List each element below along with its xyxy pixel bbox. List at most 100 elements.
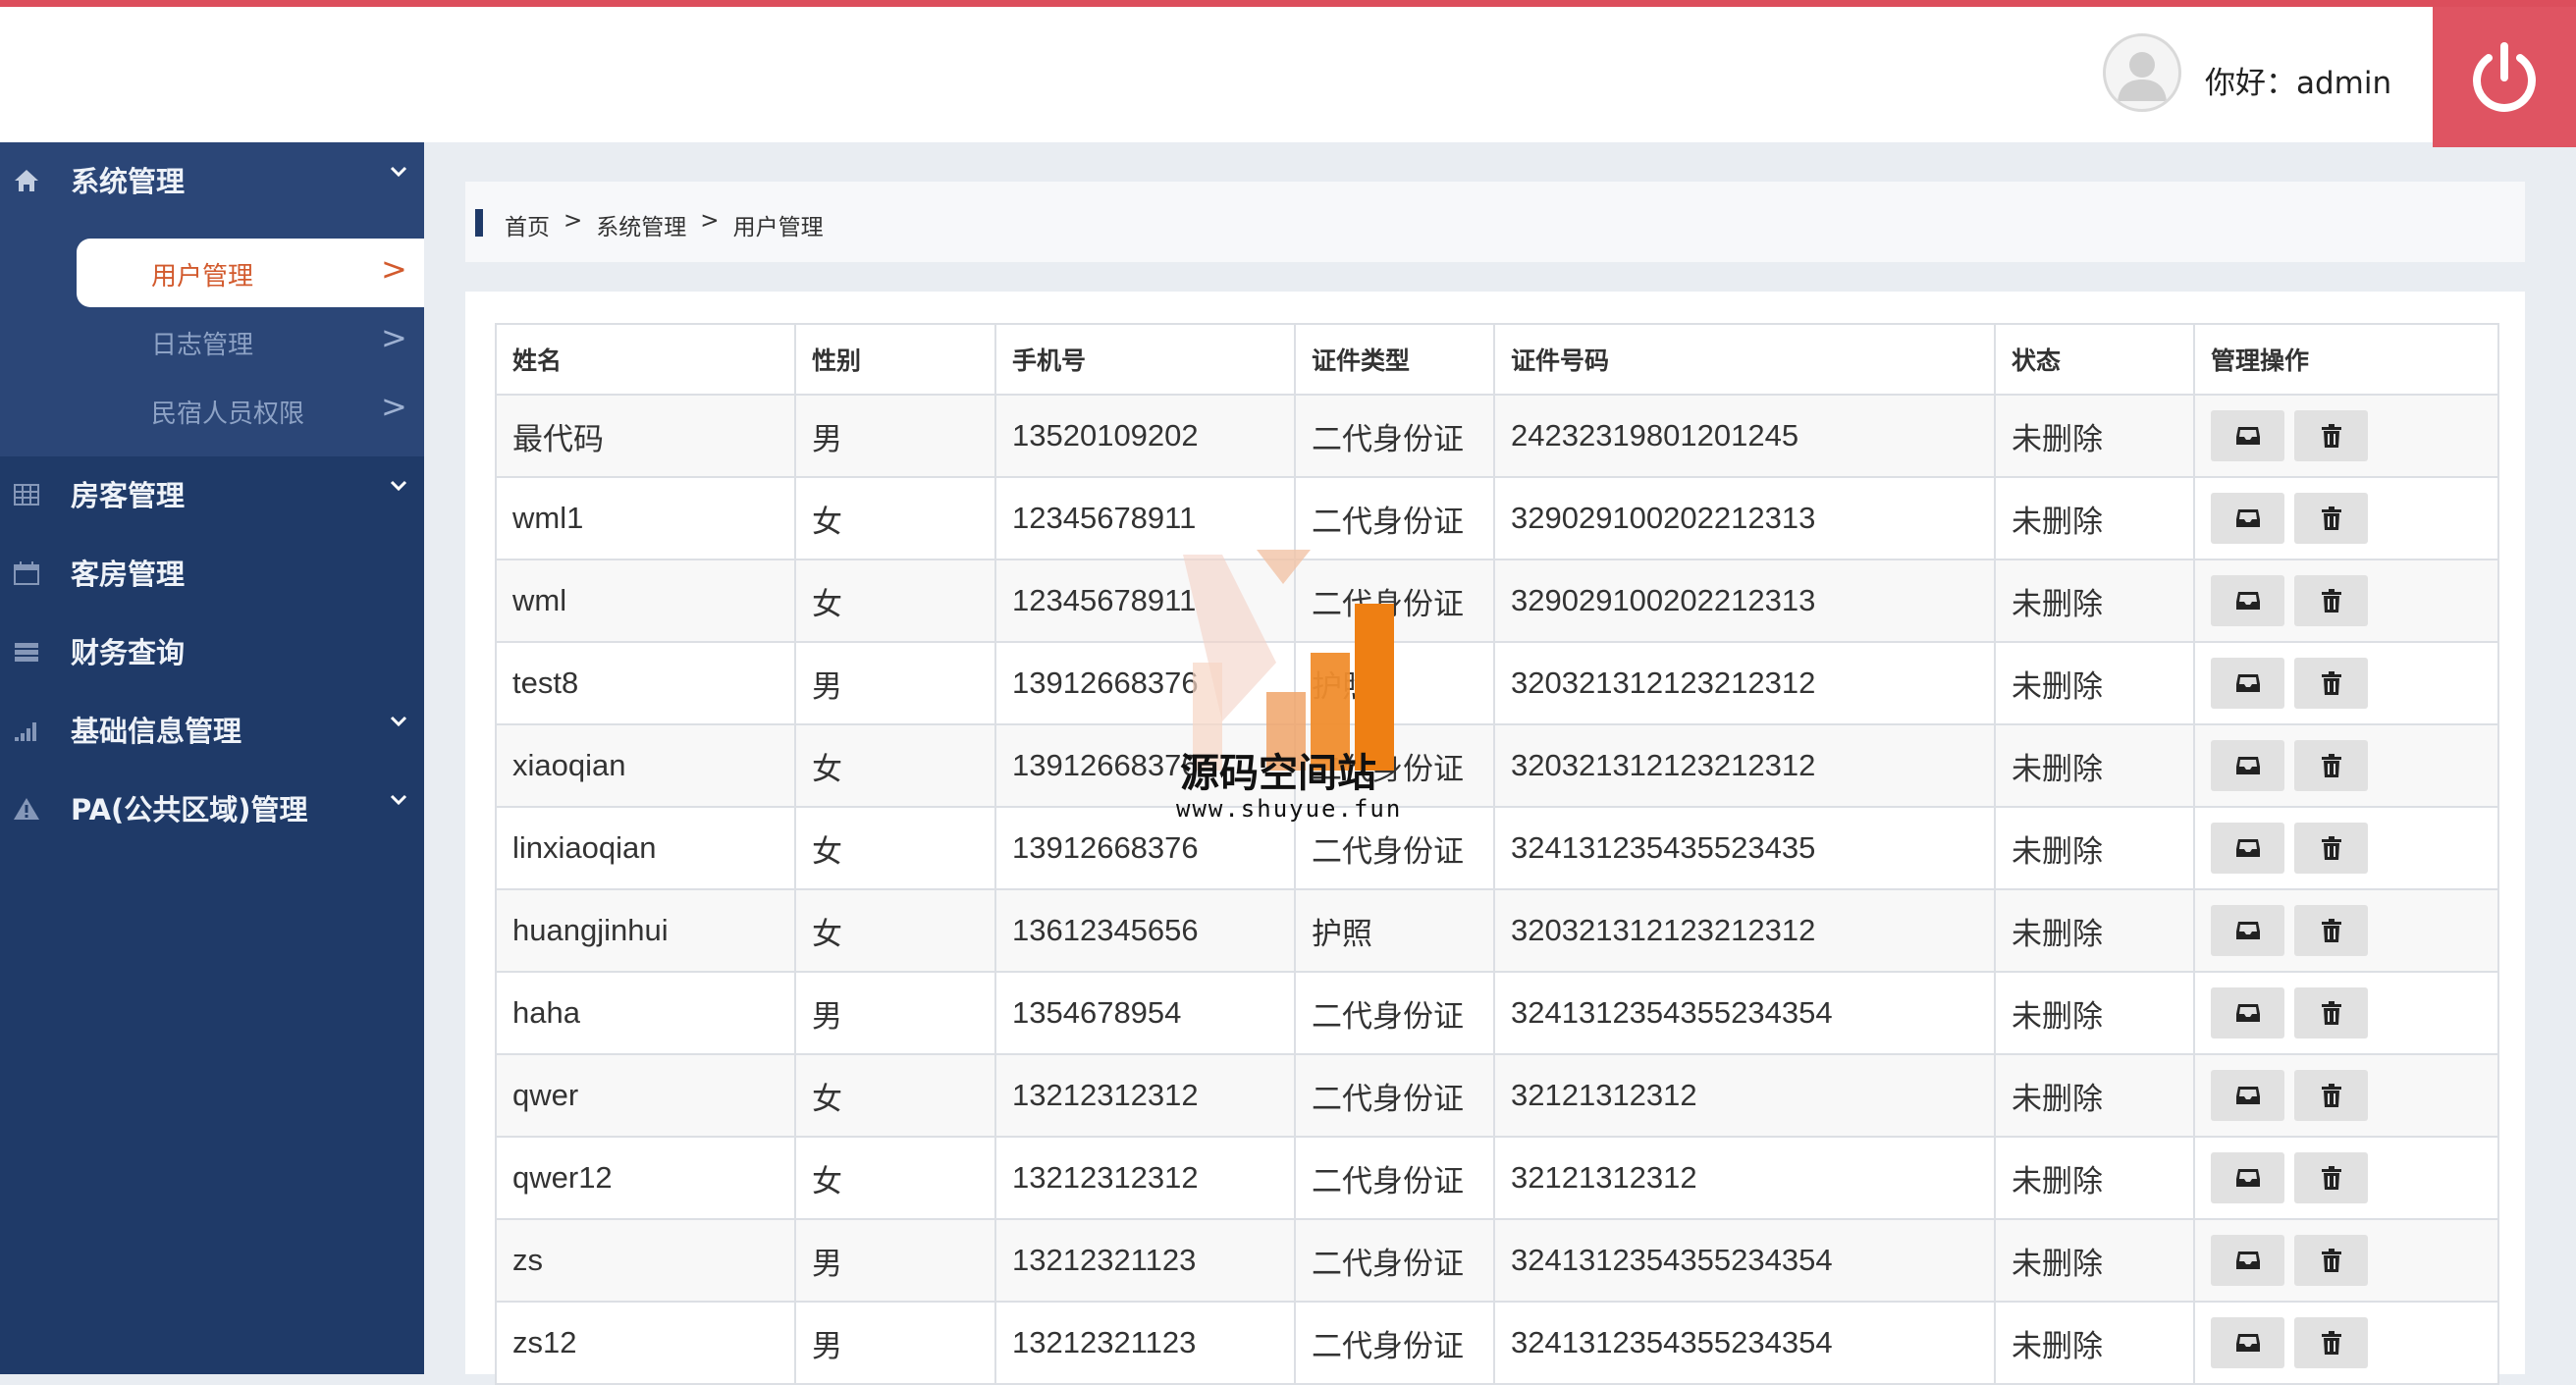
trash-icon: [2321, 1001, 2341, 1025]
sidebar-group-label: 基础信息管理: [71, 715, 242, 748]
trash-icon: [2321, 754, 2341, 777]
cell-id-number: 320321312123212312: [1493, 888, 1996, 973]
breadcrumb-system[interactable]: 系统管理: [596, 208, 686, 241]
edit-button[interactable]: [2211, 823, 2284, 874]
breadcrumb-marker: [475, 209, 483, 237]
cell-actions: [2193, 1218, 2499, 1303]
sidebar-group-label: 系统管理: [71, 165, 186, 198]
edit-button[interactable]: [2211, 1235, 2284, 1286]
inbox-icon: [2235, 839, 2260, 857]
cell-name: linxiaoqian: [495, 806, 796, 890]
inbox-icon: [2235, 1087, 2260, 1104]
cell-status: 未删除: [1994, 1301, 2195, 1385]
sidebar-group-rooms[interactable]: 客房管理: [0, 535, 424, 610]
cell-id-number: 3241312354355234354: [1493, 971, 1996, 1055]
edit-button[interactable]: [2211, 987, 2284, 1039]
cell-id-number: 24232319801201245: [1493, 394, 1996, 478]
sidebar-item-log-management[interactable]: 日志管理 >: [77, 307, 424, 376]
cell-id-type: 二代身份证: [1294, 971, 1495, 1055]
cell-phone: 12345678911: [994, 559, 1296, 643]
table-row: xiaoqian 女 13912668376 二代身份证 320321312123212…: [495, 723, 2499, 808]
watermark-title: 源码空间站: [1180, 751, 1376, 796]
edit-button[interactable]: [2211, 1317, 2284, 1368]
edit-button[interactable]: [2211, 1152, 2284, 1203]
cell-name: wml: [495, 559, 796, 643]
trash-icon: [2321, 1331, 2341, 1355]
delete-button[interactable]: [2294, 740, 2368, 791]
breadcrumb-separator: >: [700, 208, 720, 234]
delete-button[interactable]: [2294, 493, 2368, 544]
delete-button[interactable]: [2294, 1152, 2368, 1203]
cell-phone: 1354678954: [994, 971, 1296, 1055]
cell-status: 未删除: [1994, 1136, 2195, 1220]
content-panel: 姓名 性别 手机号 证件类型 证件号码 状态 管理操作 最代码男 13520109…: [465, 292, 2525, 1385]
cell-id-type: 二代身份证: [1294, 1301, 1495, 1385]
cell-id-number: 32121312312: [1493, 1136, 1996, 1220]
cell-phone: 13212321123: [994, 1301, 1296, 1385]
cell-actions: [2193, 1301, 2499, 1385]
edit-button[interactable]: [2211, 1070, 2284, 1121]
edit-button[interactable]: [2211, 410, 2284, 461]
sidebar-group-label: 财务查询: [71, 636, 186, 669]
delete-button[interactable]: [2294, 658, 2368, 709]
sidebar-group-guest[interactable]: 房客管理: [0, 456, 424, 531]
sidebar-group-system[interactable]: 系统管理: [0, 142, 424, 217]
row-actions: [2211, 1152, 2496, 1203]
cell-id-type: 护照: [1294, 641, 1495, 725]
user-avatar-icon[interactable]: [2103, 33, 2181, 112]
delete-button[interactable]: [2294, 1070, 2368, 1121]
delete-button[interactable]: [2294, 1235, 2368, 1286]
cell-name: qwer: [495, 1053, 796, 1138]
sidebar-group-public-area[interactable]: PA(公共区域)管理: [0, 771, 424, 845]
trash-icon: [2321, 424, 2341, 448]
cell-status: 未删除: [1994, 641, 2195, 725]
delete-button[interactable]: [2294, 823, 2368, 874]
row-actions: [2211, 740, 2496, 791]
sidebar: 系统管理 用户管理 > 日志管理 > 民宿人员权限 > 房客管理 客房管理 财务…: [0, 142, 424, 1374]
cell-name: xiaoqian: [495, 723, 796, 808]
cell-actions: [2193, 641, 2499, 725]
cell-phone: 13912668376: [994, 641, 1296, 725]
top-header: 你好：admin: [0, 7, 2576, 142]
edit-button[interactable]: [2211, 740, 2284, 791]
delete-button[interactable]: [2294, 410, 2368, 461]
chevron-down-icon: [390, 794, 407, 806]
cell-gender: 男: [794, 1218, 996, 1303]
edit-button[interactable]: [2211, 493, 2284, 544]
sidebar-item-staff-permissions[interactable]: 民宿人员权限 >: [77, 376, 424, 445]
cell-name: zs: [495, 1218, 796, 1303]
delete-button[interactable]: [2294, 905, 2368, 956]
sidebar-item-label: 民宿人员权限: [151, 400, 305, 429]
cell-actions: [2193, 971, 2499, 1055]
cell-gender: 女: [794, 888, 996, 973]
table-row: wml 女 12345678911 二代身份证 329029100202212313 未删…: [495, 559, 2499, 643]
cell-status: 未删除: [1994, 476, 2195, 560]
cell-id-type: 二代身份证: [1294, 476, 1495, 560]
cell-actions: [2193, 806, 2499, 890]
inbox-icon: [2235, 674, 2260, 692]
sidebar-item-user-management[interactable]: 用户管理 >: [77, 239, 424, 307]
sidebar-group-finance[interactable]: 财务查询: [0, 613, 424, 688]
row-actions: [2211, 1235, 2496, 1286]
delete-button[interactable]: [2294, 987, 2368, 1039]
row-actions: [2211, 905, 2496, 956]
warning-icon: [14, 798, 39, 820]
inbox-icon: [2235, 427, 2260, 445]
home-icon: [15, 170, 38, 191]
table-row: zs12 男 13212321123 二代身份证 3241312354355234354…: [495, 1301, 2499, 1385]
edit-button[interactable]: [2211, 905, 2284, 956]
cell-phone: 13520109202: [994, 394, 1296, 478]
breadcrumb-home[interactable]: 首页: [505, 208, 550, 241]
table-row: wml1 女 12345678911 二代身份证 329029100202212313 未…: [495, 476, 2499, 560]
edit-button[interactable]: [2211, 575, 2284, 626]
logout-button[interactable]: [2433, 7, 2576, 147]
edit-button[interactable]: [2211, 658, 2284, 709]
delete-button[interactable]: [2294, 575, 2368, 626]
delete-button[interactable]: [2294, 1317, 2368, 1368]
top-accent-line: [0, 0, 2576, 7]
cell-id-number: 32121312312: [1493, 1053, 1996, 1138]
sidebar-group-basic-info[interactable]: 基础信息管理: [0, 692, 424, 767]
chevron-right-icon: >: [381, 388, 407, 425]
table-header-row: 姓名 性别 手机号 证件类型 证件号码 状态 管理操作: [495, 323, 2499, 396]
cell-id-type: 二代身份证: [1294, 394, 1495, 478]
